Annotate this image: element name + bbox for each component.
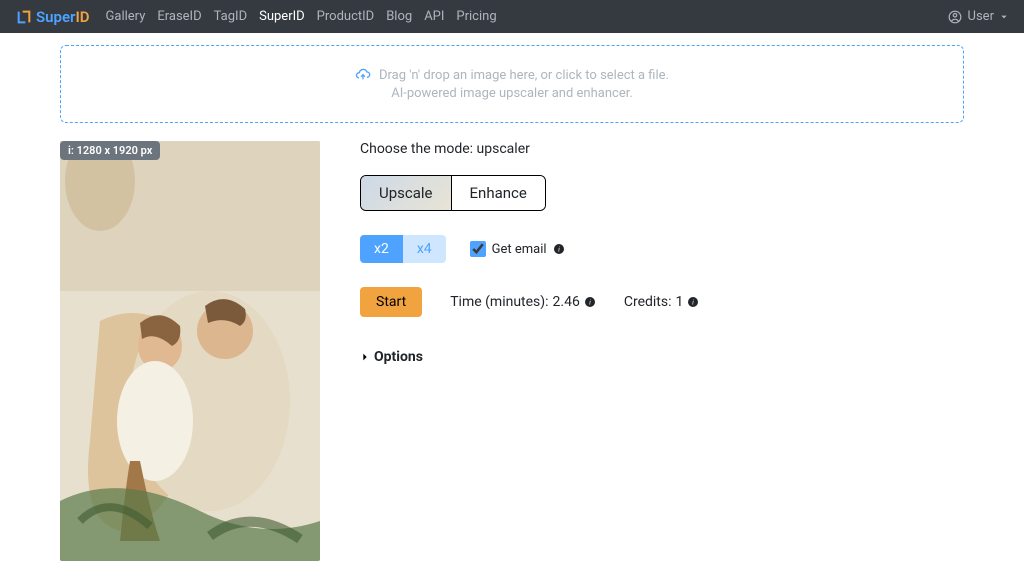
image-column: i: 1280 x 1920 px xyxy=(60,141,320,561)
mode-segmented-control: Upscale Enhance xyxy=(360,175,546,211)
image-preview xyxy=(60,141,320,561)
options-label: Options xyxy=(374,349,423,365)
nav-pricing[interactable]: Pricing xyxy=(456,9,496,24)
brand-text: SuperID xyxy=(36,8,90,26)
credits-stat: Credits: 1 i xyxy=(624,294,700,310)
dropzone-line1: Drag 'n' drop an image here, or click to… xyxy=(355,68,669,84)
scale-x2-button[interactable]: x2 xyxy=(360,235,403,263)
start-button[interactable]: Start xyxy=(360,287,422,317)
info-icon[interactable]: i xyxy=(687,296,699,308)
brand-logo-icon xyxy=(16,9,32,25)
info-icon[interactable]: i xyxy=(584,296,596,308)
nav-productid[interactable]: ProductID xyxy=(317,9,375,24)
dropzone-line2: AI-powered image upscaler and enhancer. xyxy=(391,86,633,101)
nav-links: Gallery EraseID TagID SuperID ProductID … xyxy=(106,9,497,24)
user-menu[interactable]: User xyxy=(948,9,1008,24)
user-icon xyxy=(948,10,962,24)
brand[interactable]: SuperID xyxy=(16,8,90,26)
preview-illustration xyxy=(60,141,320,561)
scale-factor-group: x2 x4 xyxy=(360,235,446,263)
mode-label: Choose the mode: upscaler xyxy=(360,141,964,157)
scale-email-row: x2 x4 Get email i xyxy=(360,235,964,263)
nav-eraseid[interactable]: EraseID xyxy=(157,9,201,24)
options-toggle[interactable]: Options xyxy=(360,349,964,365)
get-email-label: Get email xyxy=(492,242,547,257)
chevron-down-icon xyxy=(1000,13,1008,21)
nav-superid[interactable]: SuperID xyxy=(259,9,305,24)
nav-api[interactable]: API xyxy=(424,9,444,24)
svg-text:i: i xyxy=(558,246,560,254)
time-stat: Time (minutes): 2.46 i xyxy=(450,294,596,310)
user-label: User xyxy=(968,9,994,24)
mode-enhance-button[interactable]: Enhance xyxy=(451,176,545,210)
svg-text:i: i xyxy=(589,299,591,307)
navbar: SuperID Gallery EraseID TagID SuperID Pr… xyxy=(0,0,1024,33)
cloud-upload-icon xyxy=(355,68,371,84)
caret-right-icon xyxy=(360,352,370,362)
image-dimensions-badge: i: 1280 x 1920 px xyxy=(60,141,160,160)
info-icon[interactable]: i xyxy=(553,243,565,255)
nav-blog[interactable]: Blog xyxy=(386,9,412,24)
get-email-checkbox[interactable] xyxy=(470,241,486,257)
nav-gallery[interactable]: Gallery xyxy=(106,9,146,24)
controls-column: Choose the mode: upscaler Upscale Enhanc… xyxy=(360,141,964,561)
scale-x4-button[interactable]: x4 xyxy=(403,235,446,263)
dropzone[interactable]: Drag 'n' drop an image here, or click to… xyxy=(60,45,964,123)
nav-tagid[interactable]: TagID xyxy=(214,9,247,24)
mode-upscale-button[interactable]: Upscale xyxy=(361,176,451,210)
svg-text:i: i xyxy=(692,299,694,307)
main-container: Drag 'n' drop an image here, or click to… xyxy=(0,33,1024,561)
nav-left: SuperID Gallery EraseID TagID SuperID Pr… xyxy=(16,8,497,26)
main-row: i: 1280 x 1920 px xyxy=(60,141,964,561)
action-row: Start Time (minutes): 2.46 i Credits: 1 … xyxy=(360,287,964,317)
get-email-checkbox-wrap[interactable]: Get email i xyxy=(470,241,565,257)
